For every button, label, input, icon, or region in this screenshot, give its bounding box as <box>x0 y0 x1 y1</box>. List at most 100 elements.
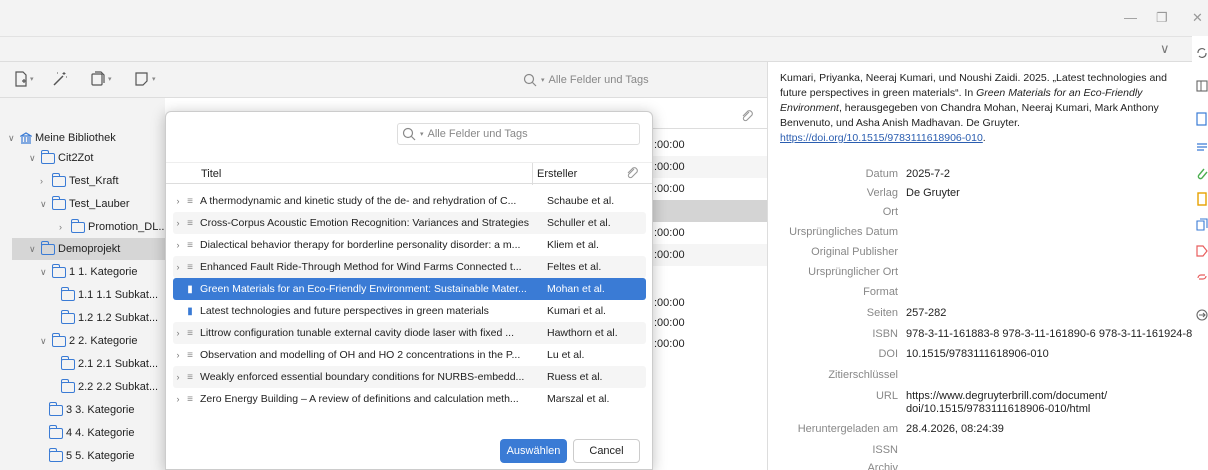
field-value[interactable] <box>906 266 1200 286</box>
tree-item-kategorie-3[interactable]: 3 3. Kategorie <box>49 399 135 421</box>
dialog-row[interactable]: › ≡ Zero Energy Building – A review of def… <box>173 388 646 410</box>
item-row-date[interactable]: :00:00 <box>652 156 767 178</box>
field-issn[interactable]: ISSN <box>770 444 1200 464</box>
doi-link[interactable]: https://doi.org/10.1515/9783111618906-01… <box>780 132 983 144</box>
chevron-down-icon[interactable]: ∨ <box>40 199 49 210</box>
new-note-button[interactable]: ▾ <box>90 70 112 88</box>
tree-item-test-kraft[interactable]: › Test_Kraft <box>40 170 119 192</box>
dialog-row[interactable]: › ≡ Dialectical behavior therapy for borde… <box>173 234 646 256</box>
info-icon[interactable] <box>1196 112 1208 126</box>
pane-toggle-icon[interactable] <box>1196 79 1208 93</box>
tree-item-test-lauber[interactable]: ∨ Test_Lauber <box>40 193 130 215</box>
tree-item-cit2zot[interactable]: ∨ Cit2Zot <box>29 147 93 169</box>
dialog-row[interactable]: › ≡ Weakly enforced essential boundary con… <box>173 366 646 388</box>
dialog-row[interactable]: › ≡ Enhanced Fault Ride-Through Method for… <box>173 256 646 278</box>
expand-icon[interactable]: › <box>173 218 183 228</box>
field-value[interactable]: 978-3-11-161883-8 978-3-11-161890-6 978-… <box>906 328 1200 348</box>
item-row-date[interactable]: :00:00 <box>652 312 767 334</box>
field-value[interactable] <box>906 286 1200 306</box>
field-original-date[interactable]: Ursprüngliches Datum <box>770 226 1200 246</box>
field-isbn[interactable]: ISBN 978-3-11-161883-8 978-3-11-161890-6 … <box>770 328 1200 348</box>
item-row-date[interactable]: :00:00 <box>652 134 767 156</box>
field-accessed[interactable]: Heruntergeladen am 28.4.2026, 08:24:39 <box>770 423 1200 443</box>
tree-item-subkat-1-1[interactable]: 1.1 1.1 Subkat... <box>61 284 158 306</box>
expand-icon[interactable]: › <box>173 240 183 250</box>
sync-icon[interactable] <box>1196 46 1208 60</box>
field-value[interactable]: 2025-7-2 <box>906 168 1200 188</box>
dialog-row[interactable]: › ≡ A thermodynamic and kinetic study of t… <box>173 190 646 212</box>
select-button[interactable]: Auswählen <box>500 439 567 463</box>
libraries-icon[interactable] <box>1196 218 1208 232</box>
expand-icon[interactable]: › <box>173 372 183 382</box>
field-citation-key[interactable]: Zitierschlüssel <box>770 369 1200 389</box>
chevron-down-icon[interactable]: ∨ <box>40 267 49 278</box>
dialog-row[interactable]: ▮ Latest technologies and future perspect… <box>173 300 646 322</box>
related-icon[interactable] <box>1196 270 1208 284</box>
tag-icon[interactable] <box>1196 244 1208 258</box>
item-row-date[interactable]: :00:00 <box>652 178 767 200</box>
column-separator[interactable] <box>532 163 533 185</box>
attachment-icon[interactable] <box>1196 167 1208 181</box>
dialog-row[interactable]: › ≡ Observation and modelling of OH and HO… <box>173 344 646 366</box>
chevron-down-icon[interactable]: ∨ <box>8 133 17 144</box>
field-pages[interactable]: Seiten 257-282 <box>770 307 1200 327</box>
notes-icon[interactable] <box>1196 192 1208 206</box>
pane-divider[interactable] <box>767 62 768 470</box>
field-publisher[interactable]: Verlag De Gruyter <box>770 187 1200 207</box>
tree-item-subkat-1-2[interactable]: 1.2 1.2 Subkat... <box>61 307 158 329</box>
tree-item-kategorie-1[interactable]: ∨ 1 1. Kategorie <box>40 261 138 283</box>
close-icon[interactable]: ✕ <box>1192 10 1203 26</box>
field-value[interactable] <box>906 226 1200 246</box>
tree-item-demoprojekt[interactable]: ∨ Demoprojekt <box>12 238 165 260</box>
field-format[interactable]: Format <box>770 286 1200 306</box>
locate-icon[interactable] <box>1196 308 1208 322</box>
field-value[interactable]: https://www.degruyterbrill.com/document/… <box>906 390 1186 420</box>
expand-icon[interactable]: › <box>173 328 183 338</box>
field-value[interactable] <box>906 462 1200 470</box>
column-header-title[interactable]: Titel <box>201 168 221 180</box>
item-row-date[interactable] <box>652 266 767 288</box>
minimize-icon[interactable]: — <box>1124 10 1137 25</box>
expand-icon[interactable]: › <box>173 196 183 206</box>
dialog-row[interactable]: › ≡ Cross-Corpus Acoustic Emotion Recognit… <box>173 212 646 234</box>
item-row-date[interactable] <box>652 200 767 222</box>
field-value[interactable] <box>906 444 1200 464</box>
item-row-date[interactable]: :00:00 <box>652 244 767 266</box>
field-original-publisher[interactable]: Original Publisher <box>770 246 1200 266</box>
field-archive[interactable]: Archiv <box>770 462 1200 470</box>
field-value[interactable]: De Gruyter <box>906 187 1200 207</box>
field-original-place[interactable]: Ursprünglicher Ort <box>770 266 1200 286</box>
magic-wand-button[interactable] <box>52 70 68 88</box>
chevron-down-icon[interactable]: ∨ <box>1160 41 1170 57</box>
expand-icon[interactable]: › <box>173 262 183 272</box>
tree-item-kategorie-5[interactable]: 5 5. Kategorie <box>49 445 135 467</box>
chevron-right-icon[interactable]: › <box>59 222 68 232</box>
item-row-date[interactable]: :00:00 <box>652 222 767 244</box>
abstract-icon[interactable] <box>1196 140 1208 154</box>
cancel-button[interactable]: Cancel <box>573 439 640 463</box>
column-header-creator[interactable]: Ersteller <box>537 168 577 180</box>
dialog-search[interactable]: ▾ Alle Felder und Tags <box>397 123 640 145</box>
tree-item-kategorie-4[interactable]: 4 4. Kategorie <box>49 422 135 444</box>
field-value[interactable] <box>906 369 1200 389</box>
new-item-button[interactable]: ▾ <box>14 70 34 88</box>
field-date[interactable]: Datum 2025-7-2 <box>770 168 1200 188</box>
restore-icon[interactable]: ❐ <box>1156 10 1168 26</box>
chevron-down-icon[interactable]: ∨ <box>29 244 38 255</box>
dialog-row[interactable]: › ≡ Littrow configuration tunable external… <box>173 322 646 344</box>
chevron-right-icon[interactable]: › <box>40 176 49 186</box>
expand-icon[interactable]: › <box>173 394 183 404</box>
field-value[interactable] <box>906 246 1200 266</box>
expand-icon[interactable]: › <box>173 350 183 360</box>
field-value[interactable]: 28.4.2026, 08:24:39 <box>906 423 1200 443</box>
tree-item-subkat-2-1[interactable]: 2.1 2.1 Subkat... <box>61 353 158 375</box>
field-doi[interactable]: DOI 10.1515/9783111618906-010 <box>770 348 1200 368</box>
field-value[interactable] <box>906 206 1200 226</box>
tree-item-subkat-2-2[interactable]: 2.2 2.2 Subkat... <box>61 376 158 398</box>
dialog-row-selected[interactable]: ▮ Green Materials for an Eco-Friendly Env… <box>173 278 646 300</box>
chevron-down-icon[interactable]: ∨ <box>29 153 38 164</box>
item-row-date[interactable]: :00:00 <box>652 292 767 314</box>
chevron-down-icon[interactable]: ∨ <box>40 336 49 347</box>
field-url[interactable]: URL https://www.degruyterbrill.com/docume… <box>770 390 1200 420</box>
annotation-button[interactable]: ▾ <box>134 70 156 88</box>
